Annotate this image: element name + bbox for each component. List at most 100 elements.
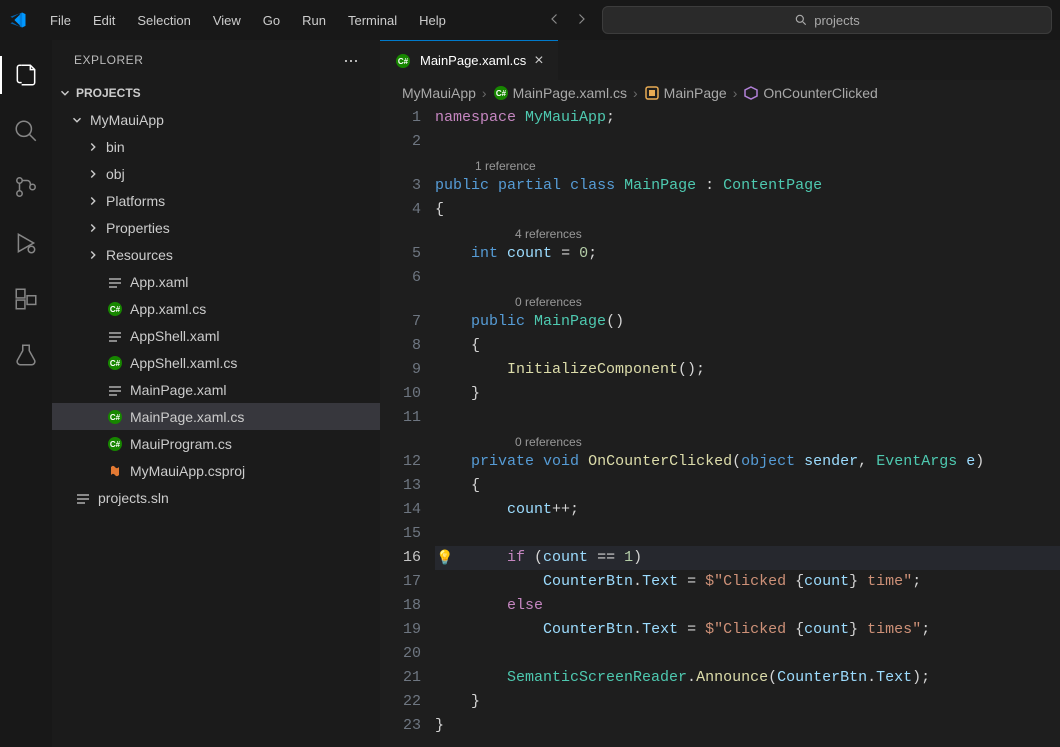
menubar: FileEditSelectionViewGoRunTerminalHelp [40,7,456,34]
tree-item-mainpage-xaml[interactable]: MainPage.xaml [52,376,380,403]
activity-testing[interactable] [0,330,52,380]
editor-area: C# MainPage.xaml.cs × MyMauiApp›C#MainPa… [380,40,1060,747]
method-icon [743,85,759,101]
command-center-search[interactable]: projects [602,6,1052,34]
tree-item-mainpage-xaml-cs[interactable]: C# MainPage.xaml.cs [52,403,380,430]
tree-label: obj [106,166,125,182]
menu-view[interactable]: View [203,7,251,34]
file-tree: MyMauiApp bin obj Platforms Properties Resour… [52,106,380,747]
svg-text:C#: C# [110,440,121,449]
csproj-file-icon [106,462,124,480]
menu-edit[interactable]: Edit [83,7,125,34]
menu-terminal[interactable]: Terminal [338,7,407,34]
search-icon [794,13,808,27]
tab-mainpage-cs[interactable]: C# MainPage.xaml.cs × [380,40,558,80]
tree-item-bin[interactable]: bin [52,133,380,160]
tree-item-platforms[interactable]: Platforms [52,187,380,214]
tree-label: MainPage.xaml.cs [130,409,244,425]
svg-text:C#: C# [398,57,409,66]
menu-run[interactable]: Run [292,7,336,34]
tree-label: MainPage.xaml [130,382,227,398]
title-bar: FileEditSelectionViewGoRunTerminalHelp p… [0,0,1060,40]
breadcrumb-oncounterclicked[interactable]: OnCounterClicked [763,85,877,101]
menu-selection[interactable]: Selection [127,7,200,34]
tree-item-projects-sln[interactable]: projects.sln [52,484,380,511]
svg-text:C#: C# [495,89,506,98]
explorer-section-label: PROJECTS [76,86,141,100]
tree-item-app-xaml-cs[interactable]: C# App.xaml.cs [52,295,380,322]
tree-label: MyMauiApp [90,112,164,128]
xaml-file-icon [106,381,124,399]
class-icon [644,85,660,101]
explorer-title: EXPLORER [74,53,343,67]
codelens[interactable]: 0 references [435,430,1060,450]
tree-label: AppShell.xaml [130,328,220,344]
breadcrumbs[interactable]: MyMauiApp›C#MainPage.xaml.cs›MainPage›On… [380,80,1060,106]
csharp-file-icon: C# [493,85,509,101]
chevron-right-icon [86,140,100,154]
tree-item-appshell-xaml[interactable]: AppShell.xaml [52,322,380,349]
breadcrumb-mymauiapp[interactable]: MyMauiApp [402,85,476,101]
chevron-right-icon [86,221,100,235]
chevron-right-icon [86,248,100,262]
breadcrumb-mainpage[interactable]: MainPage [664,85,727,101]
svg-text:C#: C# [110,305,121,314]
activity-bar [0,40,52,747]
tree-label: AppShell.xaml.cs [130,355,237,371]
explorer-panel: EXPLORER ··· PROJECTS MyMauiApp bin obj Pla… [52,40,380,747]
tree-label: MyMauiApp.csproj [130,463,245,479]
chevron-right-icon [86,194,100,208]
tab-label: MainPage.xaml.cs [420,53,526,68]
cs-file-icon: C# [106,354,124,372]
tree-label: MauiProgram.cs [130,436,232,452]
chevron-right-icon [86,167,100,181]
codelens[interactable]: 4 references [435,222,1060,242]
activity-run-debug[interactable] [0,218,52,268]
tree-item-obj[interactable]: obj [52,160,380,187]
line-number-gutter: 1234567891011121314151617181920212223 [380,106,435,747]
tree-label: bin [106,139,125,155]
editor-tabs: C# MainPage.xaml.cs × [380,40,1060,80]
xaml-file-icon [106,273,124,291]
xaml-file-icon [106,327,124,345]
menu-help[interactable]: Help [409,7,456,34]
activity-extensions[interactable] [0,274,52,324]
tree-item-mymauiapp-csproj[interactable]: MyMauiApp.csproj [52,457,380,484]
svg-text:C#: C# [110,413,121,422]
explorer-section-header[interactable]: PROJECTS [52,80,380,106]
explorer-more-icon[interactable]: ··· [343,50,358,71]
codelens[interactable]: 1 reference [435,154,1060,174]
tree-label: Resources [106,247,173,263]
svg-text:C#: C# [110,359,121,368]
breadcrumb-mainpage-xaml-cs[interactable]: MainPage.xaml.cs [513,85,627,101]
search-placeholder: projects [814,13,860,28]
tree-item-mymauiapp[interactable]: MyMauiApp [52,106,380,133]
tree-item-app-xaml[interactable]: App.xaml [52,268,380,295]
vscode-icon [8,10,28,30]
nav-forward-icon[interactable] [572,10,590,31]
chevron-down-icon [70,113,84,127]
nav-back-icon[interactable] [546,10,564,31]
tree-item-mauiprogram-cs[interactable]: C# MauiProgram.cs [52,430,380,457]
activity-source-control[interactable] [0,162,52,212]
tree-label: App.xaml [130,274,188,290]
code-editor[interactable]: 1234567891011121314151617181920212223 na… [380,106,1060,747]
activity-explorer[interactable] [0,50,52,100]
tree-item-resources[interactable]: Resources [52,241,380,268]
tree-item-properties[interactable]: Properties [52,214,380,241]
activity-search[interactable] [0,106,52,156]
tree-label: App.xaml.cs [130,301,206,317]
nav-arrows [546,10,590,31]
tree-label: Properties [106,220,170,236]
codelens[interactable]: 0 references [435,290,1060,310]
code-body[interactable]: namespace MyMauiApp; 1 referencepublic p… [435,106,1060,747]
cs-file-icon: C# [106,435,124,453]
tree-label: Platforms [106,193,165,209]
menu-file[interactable]: File [40,7,81,34]
tree-item-appshell-xaml-cs[interactable]: C# AppShell.xaml.cs [52,349,380,376]
tree-label: projects.sln [98,490,169,506]
tab-close-icon[interactable]: × [534,52,543,70]
sln-file-icon [74,489,92,507]
menu-go[interactable]: Go [253,7,290,34]
cs-file-icon: C# [106,300,124,318]
